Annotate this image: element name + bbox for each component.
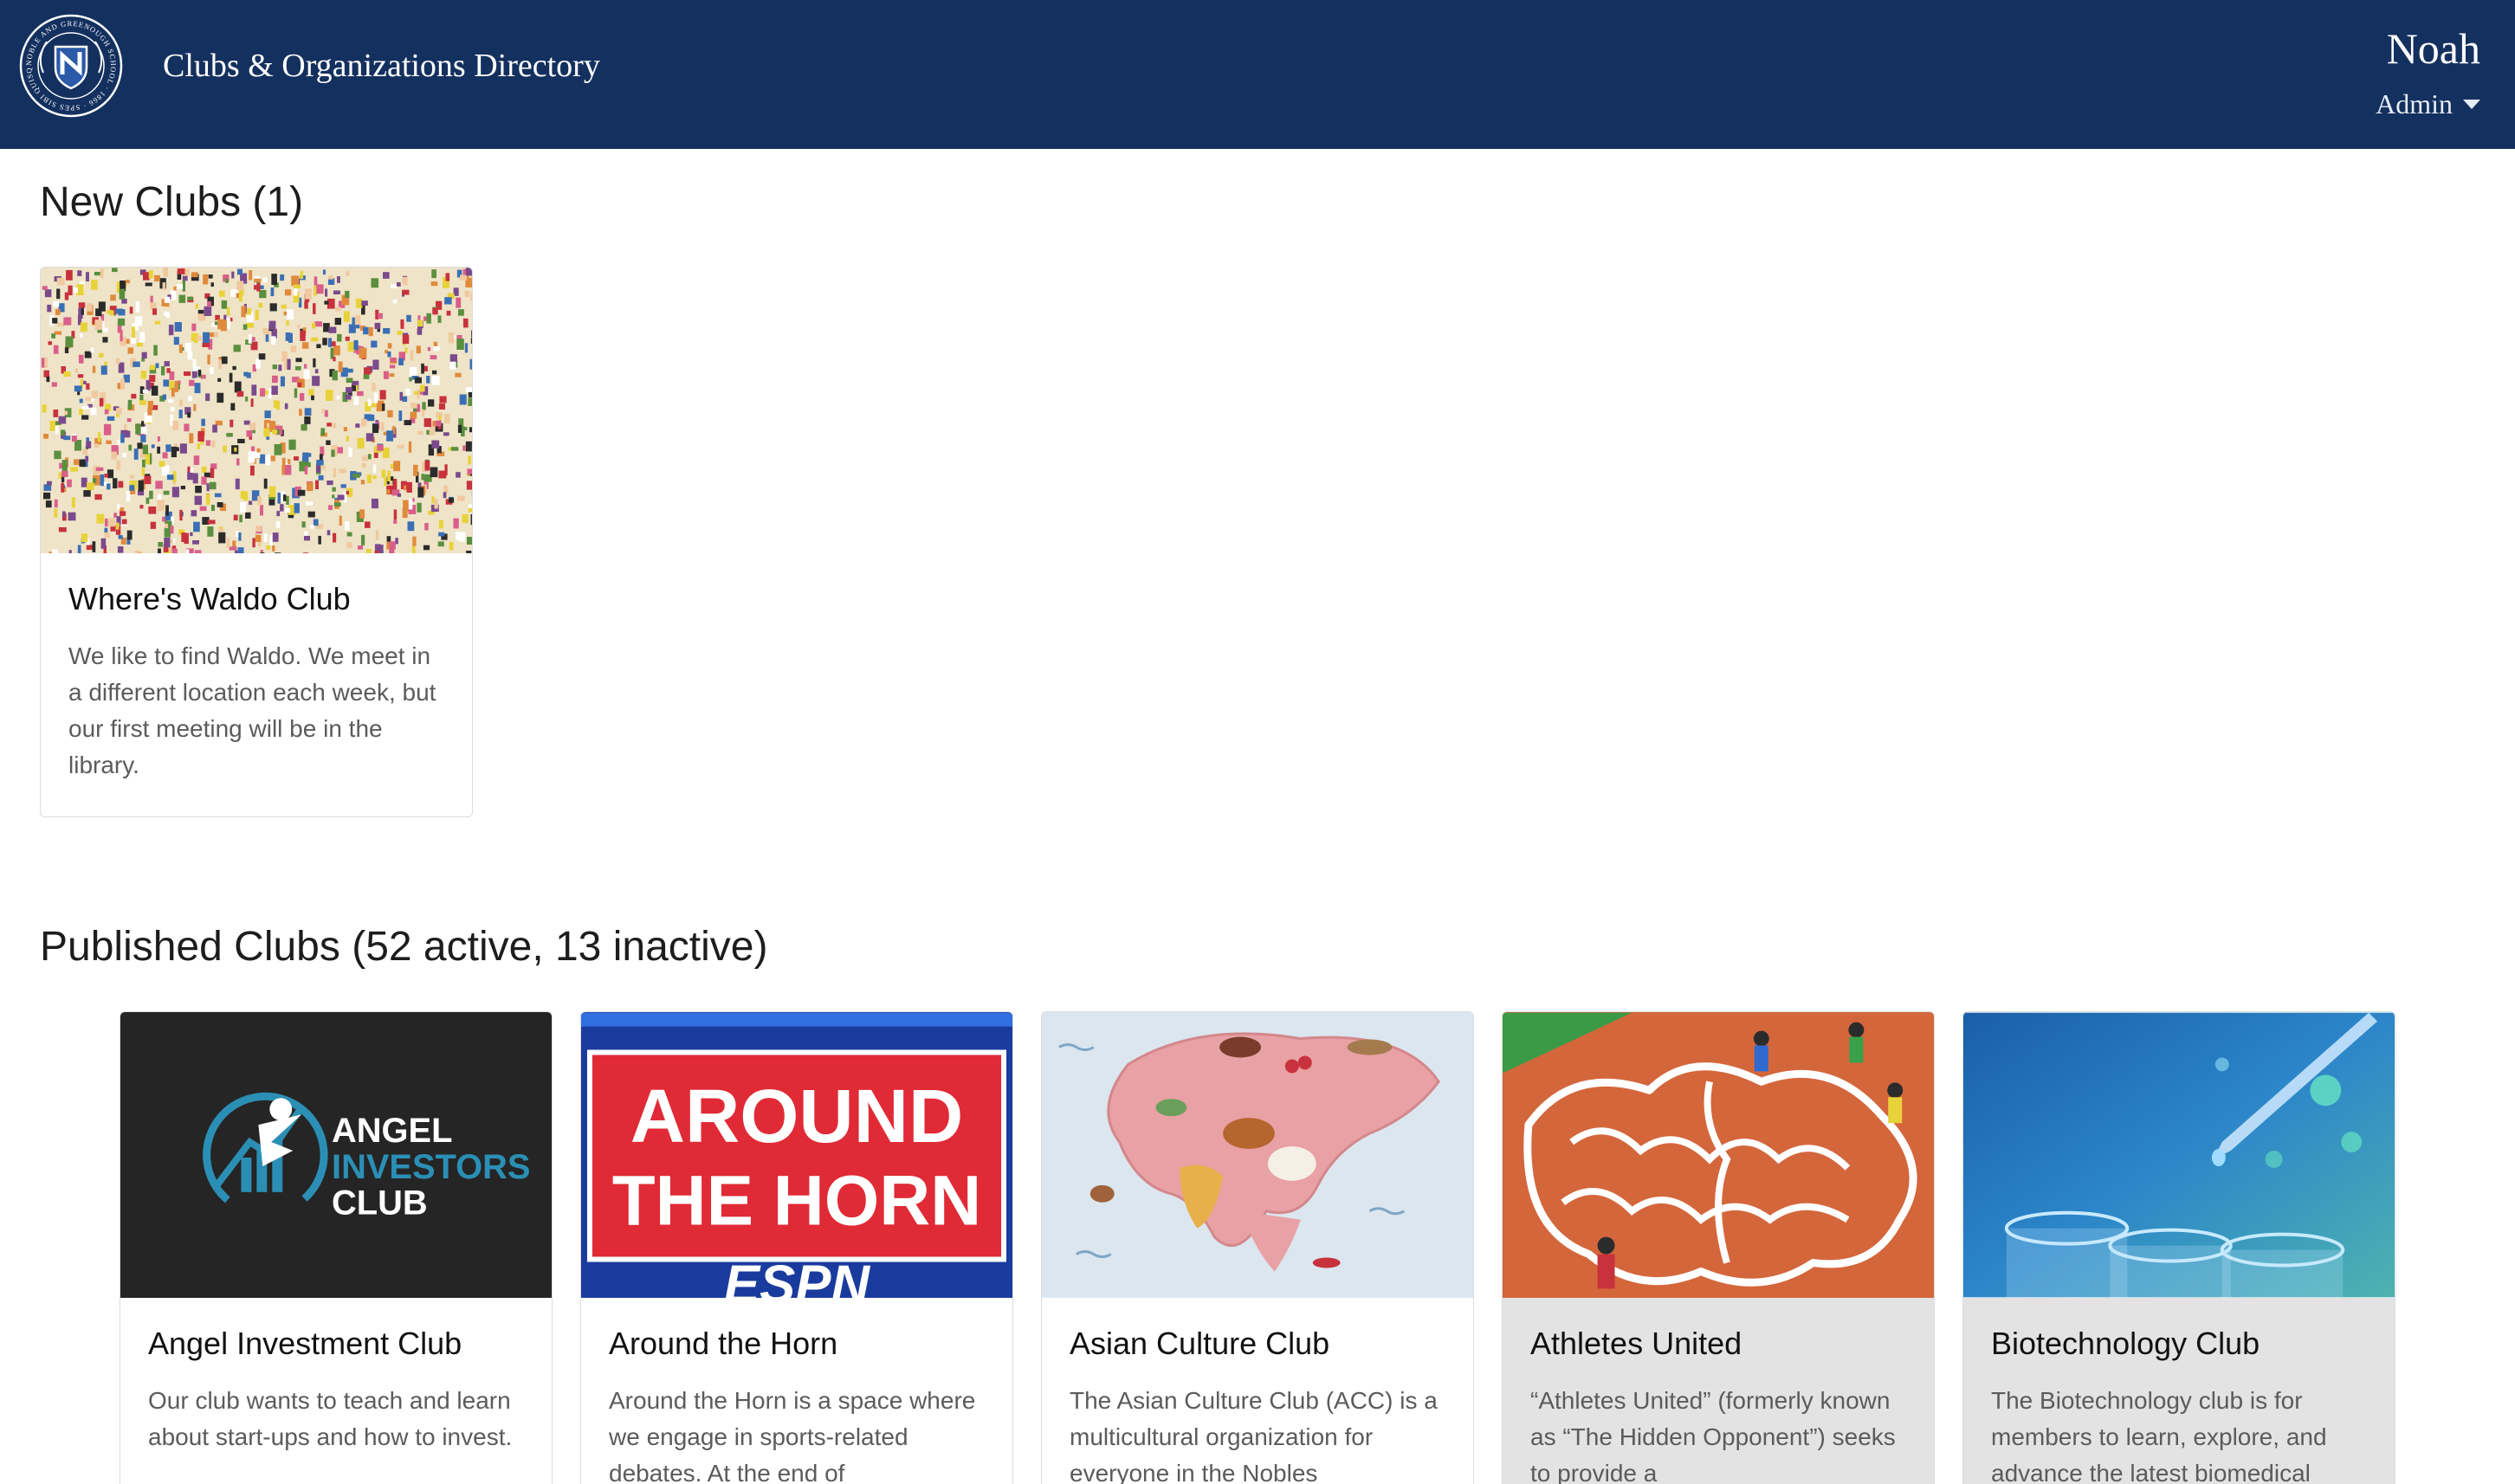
card-body: Asian Culture Club The Asian Culture Clu… [1042, 1298, 1473, 1484]
club-description: We like to find Waldo. We meet in a diff… [68, 642, 436, 778]
svg-text:CLUB: CLUB [332, 1184, 428, 1223]
track-brain-image [1503, 1012, 1934, 1298]
top-navbar: NOBLE AND GREENOUGH SCHOOL · 1866 · SPES… [0, 0, 2515, 149]
club-description: Our club wants to teach and learn about … [148, 1387, 513, 1450]
club-name: Asian Culture Club [1070, 1326, 1330, 1361]
club-name: Around the Horn [609, 1326, 838, 1361]
school-seal-logo[interactable]: NOBLE AND GREENOUGH SCHOOL · 1866 · SPES… [14, 5, 125, 119]
brand[interactable]: NOBLE AND GREENOUGH SCHOOL · 1866 · SPES… [14, 5, 600, 119]
club-card-wheres-waldo[interactable]: Where's Waldo Club We like to find Waldo… [40, 267, 473, 817]
club-description: “Athletes United” (formerly known as “Th… [1530, 1387, 1896, 1484]
club-description: The Biotechnology club is for members to… [1991, 1387, 2327, 1484]
svg-text:INVESTORS: INVESTORS [332, 1148, 530, 1186]
card-body: Where's Waldo Club We like to find Waldo… [41, 553, 472, 811]
app-title[interactable]: Clubs & Organizations Directory [163, 47, 600, 85]
waldo-crowd-image [41, 268, 472, 553]
card-body: Biotechnology Club The Biotechnology clu… [1963, 1298, 2395, 1484]
svg-text:ANGEL: ANGEL [332, 1112, 452, 1150]
user-role-label: Admin [2376, 88, 2453, 119]
card-body: Angel Investment Club Our club wants to … [120, 1298, 552, 1483]
card-body: Around the Horn Around the Horn is a spa… [581, 1298, 1012, 1484]
published-clubs-heading: Published Clubs (52 active, 13 inactive) [40, 924, 768, 970]
angel-investors-logo: ANGEL INVESTORS CLUB [120, 1012, 552, 1298]
club-name: Athletes United [1530, 1326, 1742, 1361]
club-name: Angel Investment Club [148, 1326, 462, 1361]
club-description: Around the Horn is a space where we enga… [609, 1387, 976, 1484]
club-description: The Asian Culture Club (ACC) is a multic… [1070, 1387, 1438, 1484]
club-name: Where's Waldo Club [68, 581, 351, 616]
around-the-horn-logo: AROUND THE HORN ESPN [581, 1012, 1012, 1298]
new-clubs-heading: New Clubs (1) [40, 179, 304, 225]
user-menu[interactable]: Noah Admin [2376, 23, 2480, 121]
club-card-biotechnology[interactable]: Biotechnology Club The Biotechnology clu… [1962, 1011, 2395, 1484]
club-name: Biotechnology Club [1991, 1326, 2260, 1361]
club-card-athletes-united[interactable]: Athletes United “Athletes United” (forme… [1502, 1011, 1935, 1484]
svg-text:ESPN: ESPN [724, 1255, 871, 1298]
pipette-test-tubes-image [1963, 1012, 2395, 1298]
admin-dropdown-toggle[interactable]: Admin [2376, 87, 2480, 121]
user-name: Noah [2386, 24, 2480, 73]
svg-text:AROUND: AROUND [630, 1074, 964, 1158]
club-card-asian-culture[interactable]: Asian Culture Club The Asian Culture Clu… [1041, 1011, 1474, 1484]
svg-text:THE HORN: THE HORN [612, 1162, 981, 1241]
club-card-around-the-horn[interactable]: AROUND THE HORN ESPN Around the Horn Aro… [580, 1011, 1013, 1484]
asia-food-map-image [1042, 1012, 1473, 1298]
card-body: Athletes United “Athletes United” (forme… [1503, 1298, 1934, 1484]
club-card-angel-investment[interactable]: ANGEL INVESTORS CLUB Angel Investment Cl… [120, 1011, 553, 1484]
caret-down-icon [2463, 99, 2480, 109]
